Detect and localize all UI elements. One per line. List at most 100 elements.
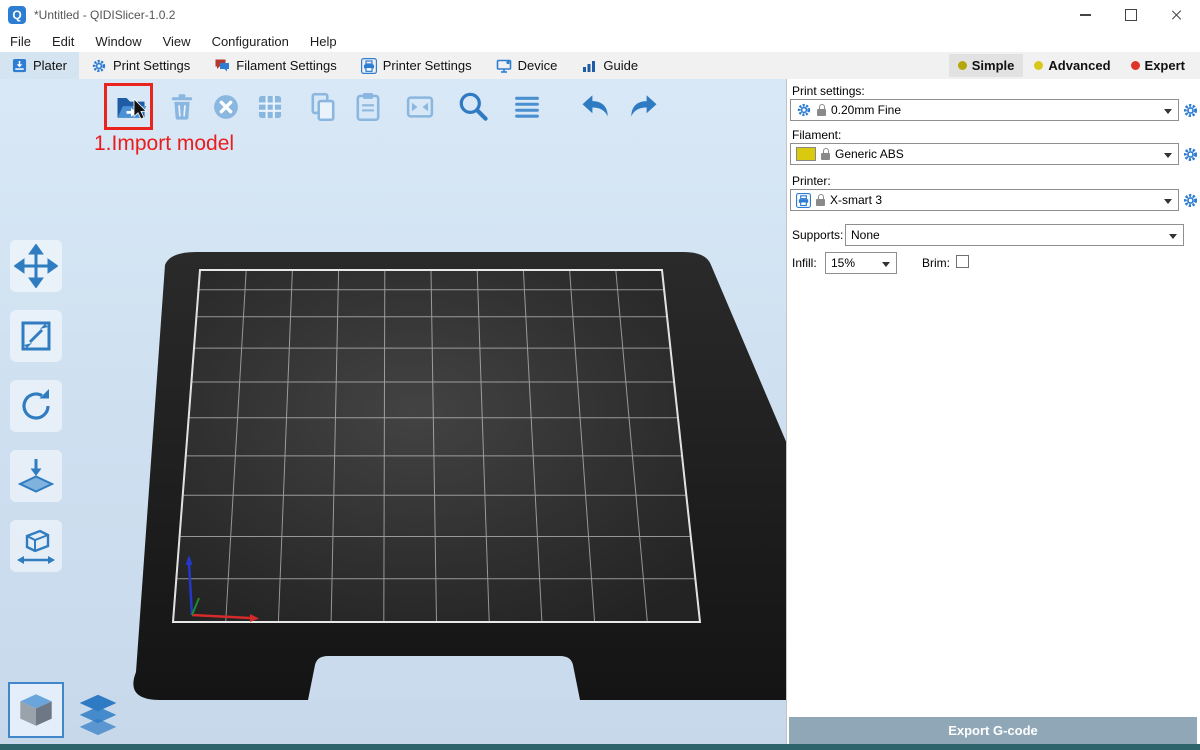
- search-button[interactable]: [453, 87, 493, 127]
- advanced-dot-icon: [1034, 61, 1043, 70]
- layers-stack-icon: [75, 692, 121, 736]
- brim-checkbox[interactable]: [956, 255, 969, 268]
- lock-icon: [816, 199, 825, 206]
- menu-view[interactable]: View: [163, 34, 191, 49]
- menu-configuration[interactable]: Configuration: [212, 34, 289, 49]
- simple-dot-icon: [958, 61, 967, 70]
- gear-icon: [1182, 146, 1199, 163]
- menu-help[interactable]: Help: [310, 34, 337, 49]
- measure-button[interactable]: [10, 520, 62, 572]
- tab-printer-settings-label: Printer Settings: [383, 58, 472, 73]
- delete-button[interactable]: [162, 87, 202, 127]
- gear-icon: [91, 58, 107, 74]
- split-icon: [403, 90, 437, 124]
- copy-icon: [306, 90, 340, 124]
- supports-combo[interactable]: None: [845, 224, 1184, 246]
- gear-icon: [1182, 102, 1199, 119]
- tab-device[interactable]: Device: [484, 52, 570, 79]
- minimize-button[interactable]: [1062, 0, 1108, 30]
- chevron-down-icon: [1169, 234, 1177, 239]
- layer-list-icon: [510, 90, 544, 124]
- export-gcode-button[interactable]: Export G-code: [789, 717, 1197, 744]
- redo-button[interactable]: [623, 87, 663, 127]
- tab-printer-settings[interactable]: Printer Settings: [349, 52, 484, 79]
- chevron-down-icon: [1164, 199, 1172, 204]
- bottom-status-strip: [0, 744, 1200, 750]
- place-on-face-button[interactable]: [10, 450, 62, 502]
- mode-expert[interactable]: Expert: [1122, 54, 1194, 77]
- close-icon: [1171, 9, 1183, 21]
- printer-icon: [361, 58, 377, 74]
- split-button[interactable]: [400, 87, 440, 127]
- viewport-3d[interactable]: 1.Import model: [0, 79, 786, 750]
- filament-icon: [214, 58, 230, 74]
- qidislicer-window: Q *Untitled - QIDISlicer-1.0.2 File Edit…: [0, 0, 1200, 750]
- move-icon: [14, 244, 58, 288]
- filament-profile-value: Generic ABS: [835, 147, 904, 161]
- redo-icon: [625, 89, 661, 125]
- device-icon: [496, 58, 512, 74]
- copy-button[interactable]: [303, 87, 343, 127]
- arrange-button[interactable]: [250, 87, 290, 127]
- menu-window[interactable]: Window: [95, 34, 141, 49]
- maximize-icon: [1125, 9, 1137, 21]
- tab-plater-label: Plater: [33, 58, 67, 73]
- mode-simple-label: Simple: [972, 58, 1015, 73]
- paste-icon: [351, 90, 385, 124]
- print-profile-combo[interactable]: 0.20mm Fine: [790, 99, 1179, 121]
- infill-combo[interactable]: 15%: [825, 252, 897, 274]
- place-on-face-icon: [14, 454, 58, 498]
- delete-icon: [165, 90, 199, 124]
- undo-button[interactable]: [576, 87, 616, 127]
- lock-icon: [817, 109, 826, 116]
- move-button[interactable]: [10, 240, 62, 292]
- edit-filament-settings-button[interactable]: [1181, 145, 1200, 164]
- plater-icon: [12, 58, 27, 73]
- maximize-button[interactable]: [1108, 0, 1154, 30]
- expert-dot-icon: [1131, 61, 1140, 70]
- print-bed: [0, 79, 786, 750]
- tab-print-settings[interactable]: Print Settings: [79, 52, 202, 79]
- rotate-button[interactable]: [10, 380, 62, 432]
- print-settings-label: Print settings:: [792, 84, 865, 98]
- delete-all-button[interactable]: [206, 87, 246, 127]
- tab-filament-settings[interactable]: Filament Settings: [202, 52, 348, 79]
- paste-button[interactable]: [348, 87, 388, 127]
- filament-profile-combo[interactable]: Generic ABS: [790, 143, 1179, 165]
- cube-3d-icon: [14, 688, 58, 732]
- menu-file[interactable]: File: [10, 34, 31, 49]
- tab-device-label: Device: [518, 58, 558, 73]
- mode-simple[interactable]: Simple: [949, 54, 1024, 77]
- chevron-down-icon: [882, 262, 890, 267]
- edit-print-settings-button[interactable]: [1181, 101, 1200, 120]
- tab-plater[interactable]: Plater: [0, 52, 79, 79]
- menu-edit[interactable]: Edit: [52, 34, 74, 49]
- layer-list-button[interactable]: [507, 87, 547, 127]
- printer-profile-value: X-smart 3: [830, 193, 882, 207]
- printer-profile-combo[interactable]: X-smart 3: [790, 189, 1179, 211]
- mode-advanced[interactable]: Advanced: [1025, 54, 1119, 77]
- print-profile-value: 0.20mm Fine: [831, 103, 901, 117]
- edit-printer-settings-button[interactable]: [1181, 191, 1200, 210]
- search-icon: [455, 89, 491, 125]
- tabbar: Plater Print Settings Filament Settings …: [0, 52, 1200, 80]
- printer-icon: [796, 193, 811, 208]
- app-logo-icon: Q: [8, 6, 26, 24]
- scale-button[interactable]: [10, 310, 62, 362]
- settings-sidebar: Print settings: 0.20mm Fine Filament: Ge…: [786, 79, 1200, 750]
- tab-filament-settings-label: Filament Settings: [236, 58, 336, 73]
- lock-icon: [821, 153, 830, 160]
- undo-icon: [578, 89, 614, 125]
- view-3d-button[interactable]: [8, 682, 64, 738]
- titlebar: Q *Untitled - QIDISlicer-1.0.2: [0, 0, 1200, 30]
- mode-advanced-label: Advanced: [1048, 58, 1110, 73]
- tab-guide[interactable]: Guide: [569, 52, 650, 79]
- chevron-down-icon: [1164, 109, 1172, 114]
- preview-layers-button[interactable]: [74, 691, 122, 737]
- mode-switcher: Simple Advanced Expert: [949, 52, 1200, 79]
- rotate-icon: [14, 384, 58, 428]
- menubar: File Edit Window View Configuration Help: [0, 30, 1200, 52]
- filament-label: Filament:: [792, 128, 841, 142]
- gear-icon: [796, 102, 812, 118]
- close-button[interactable]: [1154, 0, 1200, 30]
